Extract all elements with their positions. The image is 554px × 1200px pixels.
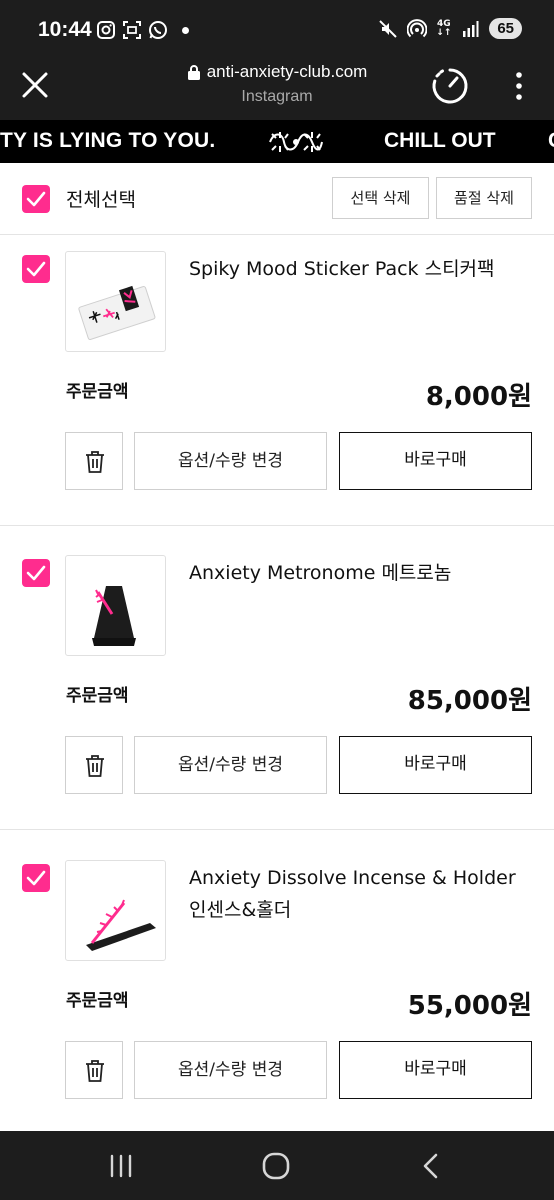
item-checkbox[interactable] bbox=[22, 864, 50, 892]
more-options-icon[interactable] bbox=[508, 68, 530, 104]
speedometer-icon[interactable] bbox=[430, 66, 470, 106]
buy-now-button[interactable]: 바로구매 bbox=[339, 432, 532, 490]
product-name[interactable]: Spiky Mood Sticker Pack 스티커팩 bbox=[189, 253, 524, 285]
cart-item: Anxiety Metronome 메트로놈 주문금액 85,000원 옵션/수… bbox=[0, 540, 554, 845]
check-icon bbox=[26, 261, 46, 277]
cart-item: Anxiety Dissolve Incense & Holder 인센스&홀더… bbox=[0, 845, 554, 1150]
system-navigation-bar bbox=[0, 1131, 554, 1200]
trash-icon bbox=[86, 451, 104, 473]
product-image-metronome[interactable] bbox=[65, 555, 166, 656]
signal-icon bbox=[463, 20, 479, 37]
delete-selected-button[interactable]: 선택 삭제 bbox=[332, 177, 429, 219]
cart-item: Spiky Mood Sticker Pack 스티커팩 주문금액 8,000원… bbox=[0, 236, 554, 541]
amount-label: 주문금액 bbox=[66, 991, 129, 1011]
select-all-checkbox[interactable] bbox=[22, 185, 50, 213]
amount-label: 주문금액 bbox=[66, 382, 129, 402]
url-area[interactable]: anti-anxiety-club.com Instagram bbox=[0, 62, 554, 106]
check-icon bbox=[26, 565, 46, 581]
banner-text-right: CHILL OUT bbox=[384, 129, 496, 152]
amount-value: 55,000원 bbox=[407, 991, 532, 1021]
status-time: 10:44 bbox=[38, 18, 92, 41]
product-image-sticker-pack[interactable] bbox=[65, 251, 166, 352]
mute-icon bbox=[379, 19, 397, 38]
page-url: anti-anxiety-club.com bbox=[206, 62, 368, 81]
select-all-label: 전체선택 bbox=[66, 189, 136, 211]
in-app-browser-header: anti-anxiety-club.com Instagram bbox=[0, 58, 554, 120]
club-logo-icon bbox=[269, 132, 323, 152]
product-name[interactable]: Anxiety Metronome 메트로놈 bbox=[189, 557, 524, 589]
amount-value: 8,000원 bbox=[425, 382, 532, 412]
select-all-bar: 전체선택 선택 삭제 품절 삭제 bbox=[0, 163, 554, 235]
home-icon[interactable] bbox=[259, 1149, 293, 1183]
check-icon bbox=[26, 191, 46, 207]
delete-soldout-button[interactable]: 품절 삭제 bbox=[436, 177, 532, 219]
item-checkbox[interactable] bbox=[22, 255, 50, 283]
divider bbox=[0, 829, 554, 830]
divider bbox=[0, 525, 554, 526]
notification-dot bbox=[182, 26, 189, 34]
banner-text-left: TY IS LYING TO YOU. bbox=[0, 129, 216, 152]
product-name[interactable]: Anxiety Dissolve Incense & Holder 인센스&홀더 bbox=[189, 862, 524, 926]
status-bar: 10:44 4G ↓↑ 65 bbox=[0, 0, 554, 58]
back-icon[interactable] bbox=[415, 1149, 449, 1183]
amount-value: 85,000원 bbox=[407, 686, 532, 716]
product-image-incense-holder[interactable] bbox=[65, 860, 166, 961]
lock-icon bbox=[187, 65, 200, 80]
recent-apps-icon[interactable] bbox=[104, 1149, 138, 1183]
instagram-icon bbox=[97, 21, 115, 39]
change-option-button[interactable]: 옵션/수량 변경 bbox=[134, 432, 327, 490]
check-icon bbox=[26, 870, 46, 886]
browser-source: Instagram bbox=[241, 88, 313, 105]
screenshot-icon bbox=[123, 21, 141, 39]
marquee-banner: TY IS LYING TO YOU. CHILL OUT C bbox=[0, 120, 554, 163]
buy-now-button[interactable]: 바로구매 bbox=[339, 1041, 532, 1099]
amount-label: 주문금액 bbox=[66, 686, 129, 706]
change-option-button[interactable]: 옵션/수량 변경 bbox=[134, 736, 327, 794]
change-option-button[interactable]: 옵션/수량 변경 bbox=[134, 1041, 327, 1099]
whatsapp-icon bbox=[149, 21, 167, 39]
trash-icon bbox=[86, 755, 104, 777]
item-checkbox[interactable] bbox=[22, 559, 50, 587]
trash-icon bbox=[86, 1060, 104, 1082]
banner-text-edge: C bbox=[548, 129, 554, 153]
delete-item-button[interactable] bbox=[65, 736, 123, 794]
buy-now-button[interactable]: 바로구매 bbox=[339, 736, 532, 794]
delete-item-button[interactable] bbox=[65, 1041, 123, 1099]
battery-indicator: 65 bbox=[489, 18, 522, 39]
hotspot-icon bbox=[407, 18, 428, 37]
delete-item-button[interactable] bbox=[65, 432, 123, 490]
network-type: 4G ↓↑ bbox=[436, 18, 452, 38]
